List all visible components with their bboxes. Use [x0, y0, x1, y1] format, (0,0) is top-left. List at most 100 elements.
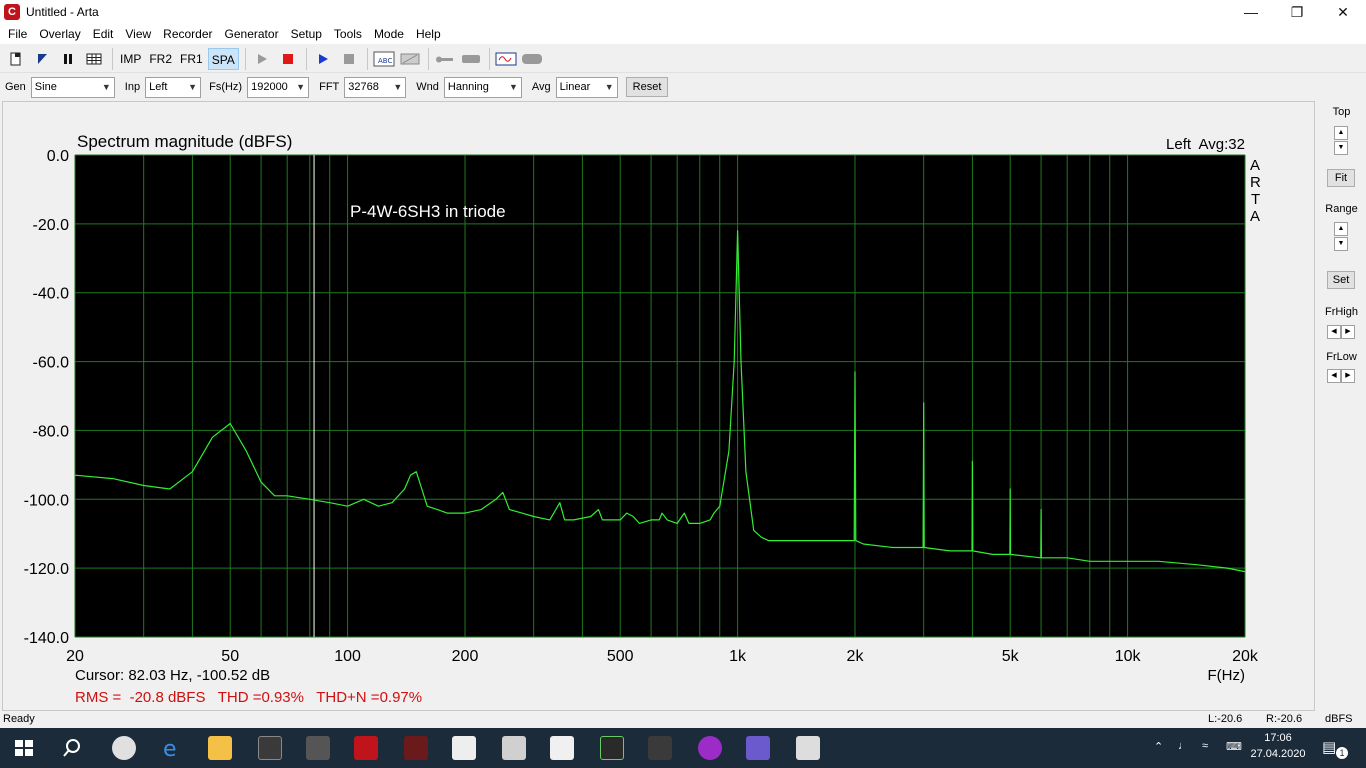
chevron-down-icon: ▼ [101, 81, 111, 92]
fr2-mode-button[interactable]: FR2 [146, 48, 175, 70]
chart-title: Spectrum magnitude (dBFS) [77, 132, 292, 151]
probe-icon[interactable] [433, 47, 457, 71]
frhigh-right-icon[interactable]: ▶ [1341, 325, 1355, 339]
window-value: Hanning [447, 80, 489, 93]
menu-setup[interactable]: Setup [285, 24, 328, 44]
range-up-icon[interactable]: ▲ [1334, 222, 1348, 236]
clock-date[interactable]: 27.04.2020 [1250, 748, 1306, 760]
menu-file[interactable]: File [2, 24, 33, 44]
app-icon-10[interactable] [796, 736, 820, 760]
menu-edit[interactable]: Edit [87, 24, 120, 44]
toolbar: IMP FR2 FR1 SPA ABC [0, 45, 1366, 73]
clear-overlay-icon[interactable] [398, 47, 422, 71]
fft-size-value: 32768 [348, 80, 379, 93]
play-icon[interactable] [250, 47, 274, 71]
app-icon-9[interactable] [746, 736, 770, 760]
fft-label: FFT [319, 81, 340, 93]
sample-rate-select[interactable]: 192000 ▼ [247, 76, 310, 98]
chevron-down-icon: ▼ [296, 81, 306, 92]
top-up-icon[interactable]: ▲ [1334, 126, 1348, 140]
inp-label: Inp [124, 81, 141, 93]
app-icon-3[interactable] [404, 736, 428, 760]
app-icon-5[interactable] [502, 736, 526, 760]
spa-mode-button[interactable]: SPA [207, 47, 239, 70]
edge-icon[interactable]: e [160, 736, 184, 762]
top-down-icon[interactable]: ▼ [1334, 141, 1348, 155]
frlow-right-icon[interactable]: ▶ [1341, 369, 1355, 383]
taskbar: e ⌃ ♩ ≈ ⌨ 17:06 27.04.2020 ▤ 1 [0, 728, 1366, 768]
gen-label: Gen [5, 81, 26, 93]
cursor-readout: Cursor: 82.03 Hz, -100.52 dB [75, 667, 270, 684]
menu-mode[interactable]: Mode [368, 24, 410, 44]
app-icon-1[interactable] [258, 736, 282, 760]
minimize-button[interactable]: — [1228, 0, 1274, 24]
app-icon-7[interactable] [648, 736, 672, 760]
x-tick-label: 1k [729, 648, 747, 665]
set-button[interactable]: Set [1327, 271, 1355, 289]
window-select[interactable]: Hanning ▼ [443, 76, 522, 98]
reset-button[interactable]: Reset [625, 77, 669, 97]
table-icon[interactable] [82, 47, 106, 71]
pause-icon[interactable] [56, 47, 80, 71]
control-bar: Gen Sine ▼ Inp Left ▼ Fs(Hz) 192000 ▼ FFT 3… [0, 74, 1366, 100]
input-select[interactable]: Left ▼ [145, 76, 202, 98]
volume-icon[interactable]: ♩ [1178, 740, 1189, 752]
menu-overlay[interactable]: Overlay [33, 24, 86, 44]
menu-recorder[interactable]: Recorder [157, 24, 218, 44]
maximize-button[interactable]: ❐ [1274, 0, 1320, 24]
fft-size-select[interactable]: 32768 ▼ [344, 76, 407, 98]
frlow-label: FrLow [1326, 351, 1357, 363]
store-icon[interactable] [550, 736, 574, 760]
spectrum-chart[interactable]: Spectrum magnitude (dBFS) Left Avg:32 0.… [3, 102, 1314, 710]
generator-select[interactable]: Sine ▼ [30, 76, 115, 98]
menu-tools[interactable]: Tools [328, 24, 368, 44]
start-generator-icon[interactable] [311, 47, 335, 71]
file-explorer-icon[interactable] [208, 736, 232, 760]
x-tick-label: 500 [607, 648, 634, 665]
app-icon-6[interactable] [600, 736, 624, 760]
keyboard-icon[interactable]: ⌨ [1226, 740, 1242, 753]
tray-chevron-up-icon[interactable]: ⌃ [1154, 740, 1163, 753]
status-right-level: R:-20.6 [1266, 713, 1303, 725]
notification-icon[interactable]: ▤ [1322, 738, 1336, 756]
close-button[interactable]: ✕ [1320, 0, 1366, 24]
app-icon-4[interactable] [452, 736, 476, 760]
signal-monitor-icon[interactable] [494, 47, 518, 71]
network-icon[interactable]: ≈ [1202, 740, 1208, 752]
arta-taskbar-icon[interactable] [354, 736, 378, 760]
range-down-icon[interactable]: ▼ [1334, 237, 1348, 251]
spectrum-plot-panel[interactable]: Spectrum magnitude (dBFS) Left Avg:32 0.… [2, 101, 1315, 711]
x-tick-label: 20k [1232, 648, 1259, 665]
stop-record-icon[interactable] [276, 47, 300, 71]
mic-calibration-icon[interactable] [459, 47, 483, 71]
title-bar: C Untitled - Arta — ❐ ✕ [0, 0, 1366, 24]
frlow-left-icon[interactable]: ◀ [1327, 369, 1341, 383]
menu-help[interactable]: Help [410, 24, 447, 44]
menu-generator[interactable]: Generator [219, 24, 285, 44]
search-icon[interactable] [60, 736, 84, 760]
open-file-icon[interactable] [30, 47, 54, 71]
chrome-icon[interactable] [112, 736, 136, 760]
app-icon-2[interactable] [306, 736, 330, 760]
fit-button[interactable]: Fit [1327, 169, 1355, 187]
text-annotation-icon[interactable]: ABC [372, 47, 396, 71]
status-bar: Ready L:-20.6 R:-20.6 dBFS [0, 712, 1366, 728]
averaging-select[interactable]: Linear ▼ [555, 76, 618, 98]
x-tick-labels: 20 50 100 200 500 1k 2k 5k 10k 20k [66, 648, 1259, 665]
frhigh-left-icon[interactable]: ◀ [1327, 325, 1341, 339]
new-file-icon[interactable] [4, 47, 28, 71]
fr1-mode-button[interactable]: FR1 [177, 48, 206, 70]
imp-mode-button[interactable]: IMP [117, 48, 144, 70]
windows-start-icon[interactable] [12, 736, 36, 760]
arta-app-icon: C [4, 4, 20, 20]
arta-logo: A R T A [1250, 157, 1261, 225]
y-tick-label: -120.0 [24, 561, 69, 578]
chevron-down-icon: ▼ [604, 81, 614, 92]
clock-time[interactable]: 17:06 [1250, 732, 1306, 744]
stop-generator-icon[interactable] [337, 47, 361, 71]
menu-view[interactable]: View [119, 24, 157, 44]
app-icon-8[interactable] [698, 736, 722, 760]
audio-device-icon[interactable] [520, 47, 544, 71]
avg-label: Avg [531, 81, 551, 93]
y-tick-label: -100.0 [24, 492, 69, 509]
